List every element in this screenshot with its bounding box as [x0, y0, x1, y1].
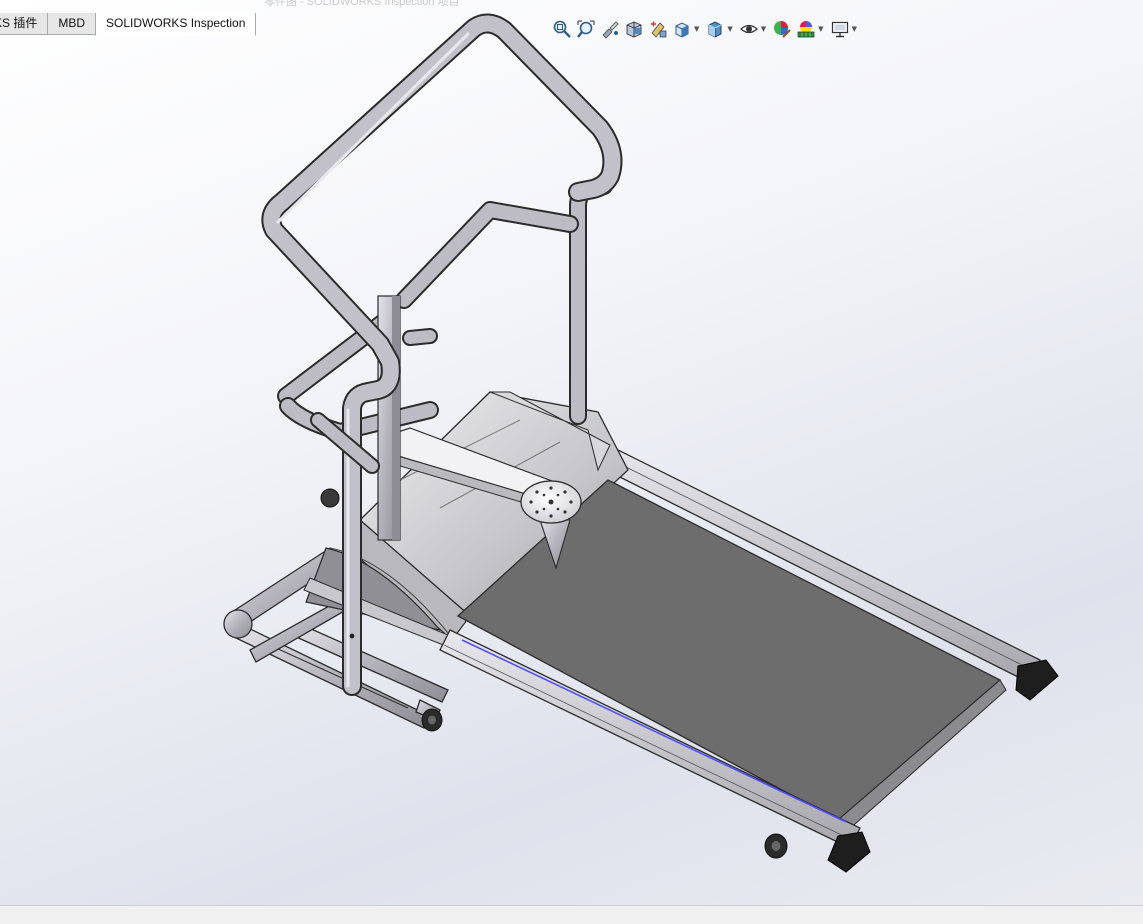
apply-scene-icon[interactable]: ▼ — [796, 19, 825, 39]
tab-ks-plugin[interactable]: KS 插件 — [0, 13, 49, 35]
handle-frame-rear — [277, 177, 613, 441]
dynamic-annotation-icon[interactable] — [648, 19, 668, 39]
chevron-down-icon[interactable]: ▼ — [818, 25, 823, 33]
view-orientation-icon[interactable]: ▼ — [672, 19, 701, 39]
command-manager-tabs: KS 插件 MBD SOLIDWORKS Inspection — [0, 13, 257, 36]
chevron-down-icon[interactable]: ▼ — [852, 25, 857, 33]
previous-view-icon[interactable] — [600, 19, 620, 39]
window-title: 零件图 - SOLIDWORKS Inspection 项目 — [264, 0, 460, 8]
view-settings-icon[interactable]: ▼ — [830, 19, 859, 39]
tab-mbd[interactable]: MBD — [47, 13, 97, 35]
edit-appearance-icon[interactable] — [772, 19, 792, 39]
section-view-icon[interactable] — [624, 19, 644, 39]
heads-up-view-toolbar: ▼ ▼ ▼ ▼ ▼ — [552, 18, 863, 40]
tab-solidworks-inspection[interactable]: SOLIDWORKS Inspection — [95, 13, 257, 36]
zoom-to-fit-icon[interactable] — [552, 19, 572, 39]
status-bar — [0, 905, 1143, 924]
chevron-down-icon[interactable]: ▼ — [761, 25, 766, 33]
zoom-to-area-icon[interactable] — [576, 19, 596, 39]
chevron-down-icon[interactable]: ▼ — [727, 25, 732, 33]
graphics-area[interactable]: 零件图 - SOLIDWORKS Inspection 项目 KS 插件 MBD… — [0, 0, 1143, 905]
display-style-icon[interactable]: ▼ — [705, 19, 734, 39]
hide-show-items-icon[interactable]: ▼ — [739, 19, 768, 39]
treadmill-3d-model[interactable] — [0, 0, 1143, 905]
chevron-down-icon[interactable]: ▼ — [694, 25, 699, 33]
